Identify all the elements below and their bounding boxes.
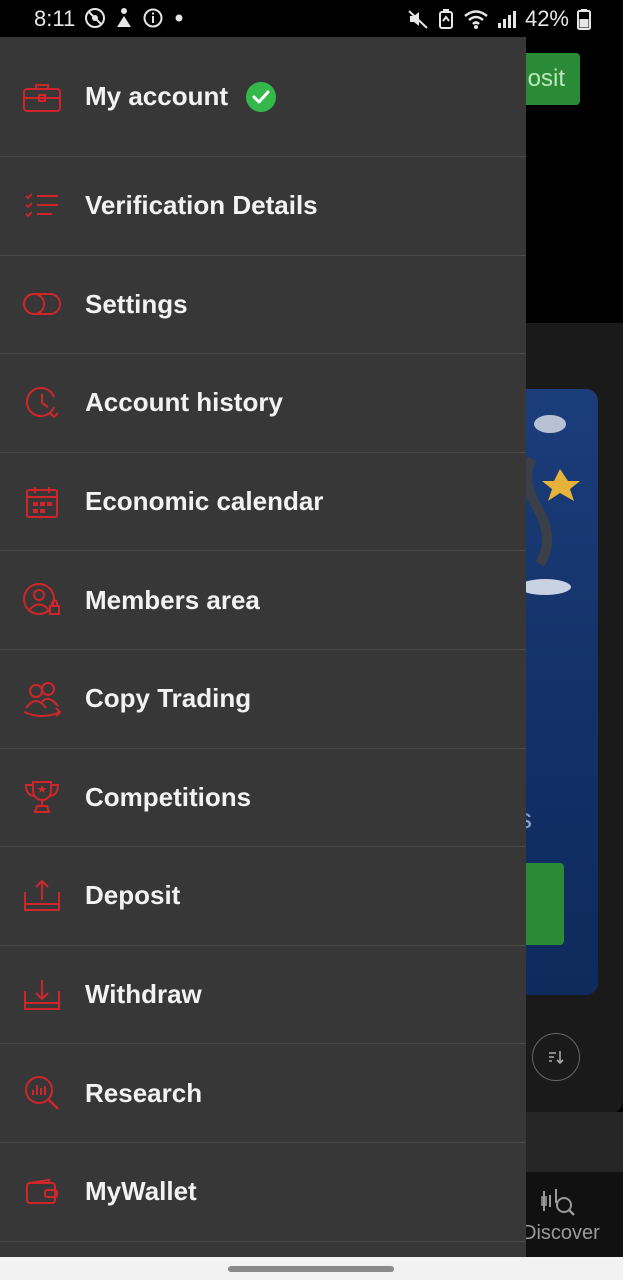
menu-item-deposit[interactable]: Deposit — [0, 847, 526, 946]
withdraw-tray-icon — [22, 975, 62, 1015]
menu-item-account-history[interactable]: Account history — [0, 354, 526, 453]
menu-item-economic-calendar[interactable]: Economic calendar — [0, 453, 526, 552]
menu-label-members-area: Members area — [85, 584, 260, 615]
verified-check-icon — [246, 81, 276, 112]
status-time: 8:11 — [34, 6, 76, 31]
mute-icon — [407, 8, 429, 30]
menu-item-verification-details[interactable]: Verification Details — [0, 157, 526, 256]
checklist-icon — [22, 186, 62, 226]
menu-item-members-area[interactable]: Members area — [0, 551, 526, 650]
accessibility-icon — [114, 7, 134, 29]
menu-item-my-account[interactable]: My account — [0, 37, 526, 157]
menu-label-mywallet: MyWallet — [85, 1176, 197, 1207]
wallet-icon — [22, 1172, 62, 1212]
member-lock-icon — [22, 580, 62, 620]
battery-saver-icon — [437, 8, 455, 30]
wifi-icon — [463, 8, 489, 30]
toggle-icon — [22, 284, 62, 324]
trophy-icon — [22, 777, 62, 817]
home-indicator[interactable] — [228, 1266, 394, 1272]
menu-label-economic-calendar: Economic calendar — [85, 486, 324, 517]
signal-icon — [497, 8, 517, 30]
no-disturb-icon — [84, 7, 106, 29]
copy-trading-users-icon — [22, 679, 62, 719]
background-discover-label: Discover — [522, 1222, 600, 1244]
menu-label-competitions: Competitions — [85, 781, 252, 812]
sort-icon — [532, 1033, 580, 1081]
discover-chart-search-icon — [540, 1185, 576, 1224]
briefcase-icon — [22, 77, 62, 117]
menu-label-settings: Settings — [85, 288, 188, 319]
menu-label-account-history: Account history — [85, 387, 283, 418]
history-clock-icon — [22, 383, 62, 423]
navigation-drawer: My account Verification Details Settings… — [0, 37, 526, 1257]
status-bar: 8:11 42% — [0, 0, 623, 37]
menu-label-copy-trading: Copy Trading — [85, 683, 252, 714]
menu-item-settings[interactable]: Settings — [0, 256, 526, 355]
battery-percent: 42% — [524, 6, 569, 31]
system-navigation-bar — [0, 1257, 623, 1280]
menu-item-research[interactable]: Research — [0, 1044, 526, 1143]
menu-label-deposit: Deposit — [85, 880, 181, 911]
my-account-label: My account — [85, 81, 229, 111]
menu-label-withdraw: Withdraw — [85, 979, 202, 1010]
research-magnifier-icon — [22, 1073, 62, 1113]
menu-item-withdraw[interactable]: Withdraw — [0, 946, 526, 1045]
calendar-icon — [22, 482, 62, 522]
info-icon — [142, 7, 164, 29]
battery-icon — [577, 8, 591, 30]
dot-icon — [172, 7, 186, 29]
menu-item-mywallet[interactable]: MyWallet — [0, 1143, 526, 1242]
menu-label-research: Research — [85, 1077, 203, 1108]
menu-item-competitions[interactable]: Competitions — [0, 749, 526, 848]
menu-item-copy-trading[interactable]: Copy Trading — [0, 650, 526, 749]
deposit-tray-icon — [22, 876, 62, 916]
menu-label-verification-details: Verification Details — [85, 190, 318, 221]
